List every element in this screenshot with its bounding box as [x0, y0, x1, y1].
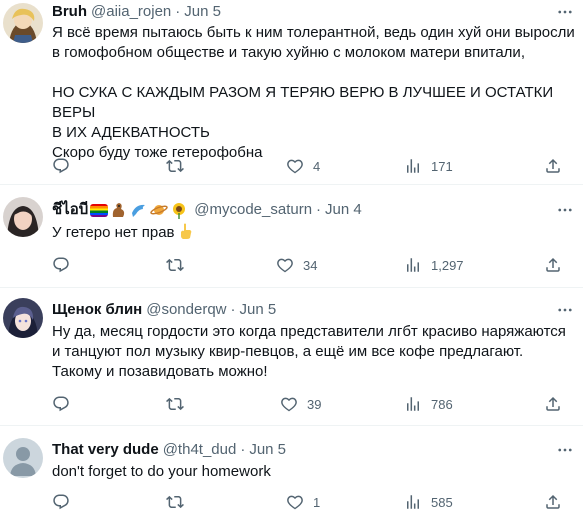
like-count: 4: [313, 158, 321, 174]
tweet-date[interactable]: Jun 5: [240, 300, 277, 320]
share-icon: [546, 396, 560, 411]
separator-dot: ·: [240, 441, 246, 458]
tweet-actions: 1 585: [52, 492, 567, 512]
share-button[interactable]: [544, 255, 562, 275]
views-icon: [407, 397, 419, 411]
like-button[interactable]: 1: [286, 492, 320, 512]
share-button[interactable]: [544, 156, 562, 176]
user-handle[interactable]: @sonderqw: [146, 300, 226, 320]
like-button[interactable]: 4: [286, 156, 320, 176]
like-count: 1: [313, 494, 321, 510]
reply-button[interactable]: [52, 156, 79, 176]
avatar[interactable]: [3, 438, 43, 478]
views-button[interactable]: 786: [404, 394, 453, 414]
display-name[interactable]: Щенок блин: [52, 300, 142, 320]
tweet-header: Щенок блин @sonderqw · Jun 5: [52, 300, 575, 320]
tweet-date[interactable]: Jun 5: [249, 440, 286, 460]
reply-button[interactable]: [52, 394, 79, 414]
display-name[interactable]: ชีไอบี: [52, 200, 88, 220]
views-icon: [407, 258, 419, 272]
avatar[interactable]: [3, 298, 43, 338]
display-name[interactable]: Bruh: [52, 2, 87, 22]
tweet-actions: 4 171: [52, 156, 567, 176]
views-button[interactable]: 171: [404, 156, 453, 176]
tweet-text: don't forget to do your homework: [52, 463, 271, 480]
sunflower-icon: [170, 201, 188, 219]
tweet-header: That very dude @th4t_dud · Jun 5: [52, 440, 575, 460]
tweet-text: У гетеро нет прав: [52, 222, 575, 243]
saturn-icon: [150, 201, 168, 219]
tweet-actions: 39 786: [52, 394, 567, 414]
dolphin-icon: [130, 201, 148, 219]
avatar[interactable]: [3, 197, 43, 237]
user-handle[interactable]: @aiia_rojen: [91, 2, 171, 22]
more-icon[interactable]: [555, 2, 575, 22]
reply-button[interactable]: [52, 492, 79, 512]
retweet-icon: [166, 397, 184, 411]
retweet-icon: [166, 258, 184, 272]
pointing-up-icon: [177, 222, 195, 240]
heart-icon: [287, 495, 303, 510]
heart-icon: [277, 258, 293, 273]
separator-dot: ·: [316, 201, 322, 218]
tweet-3[interactable]: Щенок блин @sonderqw · Jun 5 Ну да, меся…: [0, 288, 583, 426]
tweet-header: ชีไอบี @mycode_saturn · Jun 4: [52, 200, 575, 220]
share-icon: [546, 494, 560, 509]
reply-icon: [53, 158, 69, 174]
retweet-button[interactable]: [166, 394, 193, 414]
reply-icon: [53, 396, 69, 412]
separator-dot: ·: [175, 3, 181, 20]
tweet-text: Ну да, месяц гордости это когда представ…: [52, 323, 566, 380]
share-icon: [546, 257, 560, 272]
heart-icon: [281, 397, 297, 412]
more-icon[interactable]: [555, 200, 575, 220]
tweet-actions: 34 1,297: [52, 255, 567, 275]
tweet-1[interactable]: Bruh @aiia_rojen · Jun 5 Я всё время пыт…: [0, 0, 583, 185]
view-count: 1,297: [431, 257, 464, 273]
views-button[interactable]: 585: [404, 492, 453, 512]
views-icon: [407, 495, 419, 509]
reply-button[interactable]: [52, 255, 79, 275]
user-handle[interactable]: @th4t_dud: [163, 440, 237, 460]
tweet-2[interactable]: ชีไอบี @mycode_saturn · Jun 4 У гетеро н…: [0, 185, 583, 288]
like-count: 34: [303, 257, 318, 273]
views-button[interactable]: 1,297: [404, 255, 464, 275]
rainbow-flag-icon: [90, 203, 109, 217]
avatar[interactable]: [3, 3, 43, 43]
tweet-date[interactable]: Jun 4: [325, 200, 362, 220]
share-icon: [546, 158, 560, 173]
separator-dot: ·: [230, 301, 236, 318]
squirrel-icon: [110, 201, 128, 219]
retweet-icon: [166, 159, 184, 173]
share-button[interactable]: [544, 394, 562, 414]
share-button[interactable]: [544, 492, 562, 512]
more-icon[interactable]: [555, 300, 575, 320]
tweet-text-content: У гетеро нет прав: [52, 224, 175, 241]
retweet-button[interactable]: [166, 492, 193, 512]
tweet-header: Bruh @aiia_rojen · Jun 5: [52, 2, 575, 22]
display-name[interactable]: That very dude: [52, 440, 159, 460]
retweet-button[interactable]: [166, 255, 193, 275]
view-count: 585: [431, 494, 453, 510]
like-button[interactable]: 39: [280, 394, 321, 414]
heart-icon: [287, 159, 303, 174]
reply-icon: [53, 494, 69, 510]
like-button[interactable]: 34: [276, 255, 317, 275]
tweet-text: Я всё время пытаюсь быть к ним толерантн…: [52, 24, 575, 161]
user-handle[interactable]: @mycode_saturn: [194, 200, 312, 220]
view-count: 171: [431, 158, 453, 174]
retweet-icon: [166, 495, 184, 509]
view-count: 786: [431, 396, 453, 412]
views-icon: [407, 159, 419, 173]
more-icon[interactable]: [555, 440, 575, 460]
tweet-date[interactable]: Jun 5: [184, 2, 221, 22]
retweet-button[interactable]: [166, 156, 193, 176]
reply-icon: [53, 257, 69, 273]
like-count: 39: [307, 396, 322, 412]
tweet-4[interactable]: That very dude @th4t_dud · Jun 5 don't f…: [0, 426, 583, 519]
